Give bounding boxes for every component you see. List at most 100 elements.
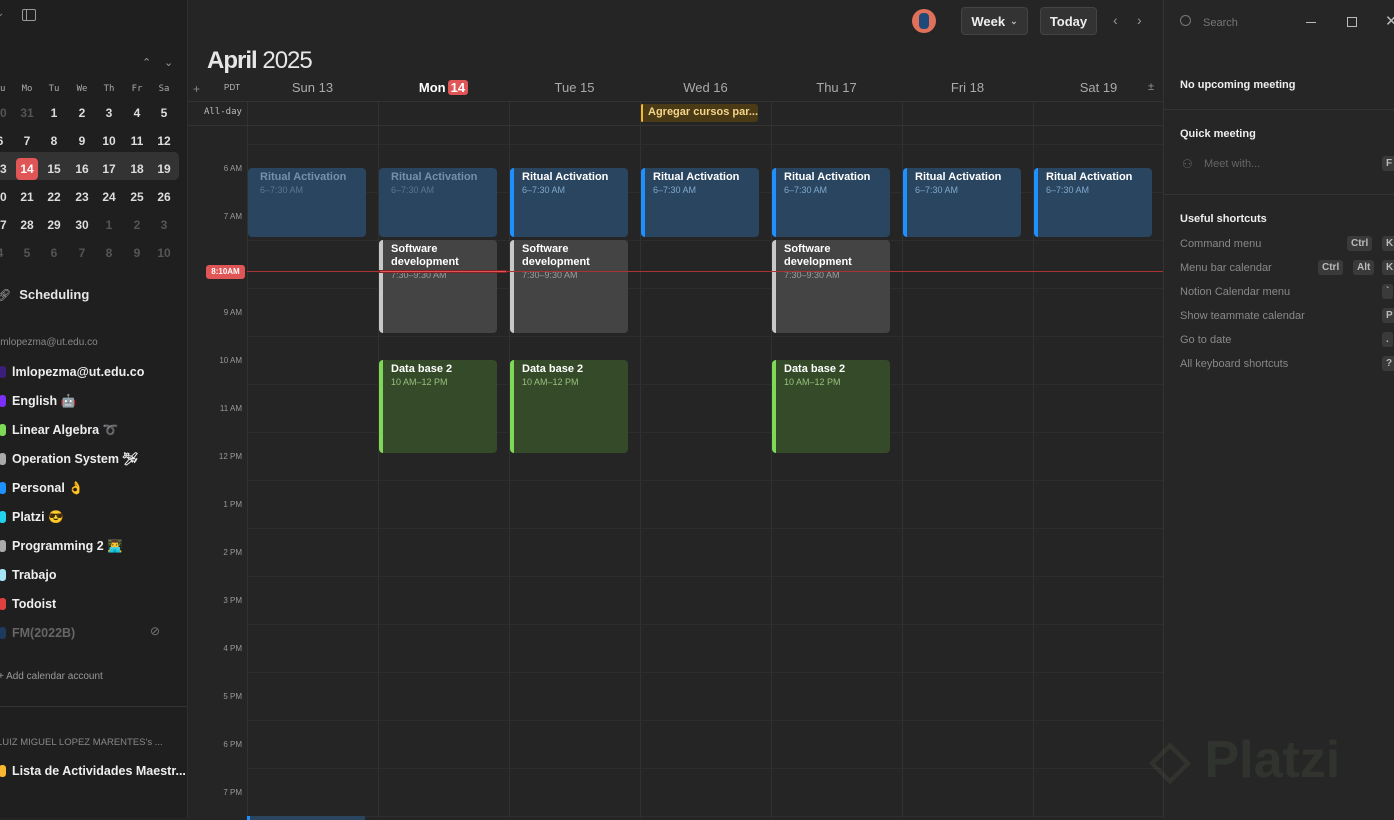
mini-calendar-day[interactable]: 14: [16, 158, 38, 180]
calendar-event[interactable]: Ritual Activation 6–7:30 AM: [1034, 168, 1152, 237]
meet-with-input[interactable]: Meet with...: [1204, 158, 1260, 170]
chevron-down-icon[interactable]: ⌄: [0, 8, 4, 19]
mini-calendar-day[interactable]: 19: [151, 160, 177, 178]
calendar-event[interactable]: Ritual Activation 6–7:30 AM: [641, 168, 759, 237]
mini-calendar-day[interactable]: 22: [41, 188, 67, 206]
mini-calendar-day[interactable]: 10: [151, 244, 177, 262]
day-header[interactable]: Wed 16: [640, 80, 771, 95]
today-button[interactable]: Today: [1040, 7, 1097, 35]
mini-calendar-day[interactable]: 18: [124, 160, 150, 178]
mini-calendar-day[interactable]: 21: [14, 188, 40, 206]
mini-calendar-day[interactable]: 3: [96, 104, 122, 122]
day-header[interactable]: Sat 19: [1033, 80, 1164, 95]
calendar-item[interactable]: FM(2022B): [0, 623, 75, 643]
mini-calendar-day[interactable]: 16: [69, 160, 95, 178]
mini-calendar-day[interactable]: 30: [69, 216, 95, 234]
calendar-item[interactable]: Personal 👌: [0, 478, 84, 498]
mini-calendar-day[interactable]: 30: [0, 104, 13, 122]
mini-calendar-day[interactable]: 5: [151, 104, 177, 122]
prev-week-icon[interactable]: ‹: [1113, 12, 1118, 28]
calendar-event[interactable]: Ritual Activation 6–7:30 AM: [379, 168, 497, 237]
prev-month-icon[interactable]: ⌃: [142, 56, 151, 69]
calendar-event[interactable]: Software development 7:30–9:30 AM: [510, 240, 628, 333]
day-header[interactable]: Tue 15: [509, 80, 640, 95]
mini-calendar-day[interactable]: 9: [124, 244, 150, 262]
maximize-icon[interactable]: [1347, 17, 1357, 27]
mini-calendar-day[interactable]: 23: [69, 188, 95, 206]
calendar-event[interactable]: Ritual Activation 6–7:30 AM: [772, 168, 890, 237]
calendar-event[interactable]: Software development 7:30–9:30 AM: [772, 240, 890, 333]
scheduling-link[interactable]: 🔗︎ Scheduling: [0, 287, 89, 302]
next-week-icon[interactable]: ›: [1137, 12, 1142, 28]
mini-calendar-day[interactable]: 25: [124, 188, 150, 206]
allday-event[interactable]: Agregar cursos par...: [640, 104, 758, 122]
calendar-event[interactable]: Ritual Activation 6–7:30 AM: [248, 168, 366, 237]
mini-calendar-day[interactable]: 2: [124, 216, 150, 234]
avatar[interactable]: [912, 9, 936, 33]
day-header[interactable]: Sun 13: [247, 80, 378, 95]
calendar-event[interactable]: Ritual Activation 6–7:30 AM: [510, 168, 628, 237]
view-select[interactable]: Week ⌄: [961, 7, 1028, 35]
calendar-item[interactable]: Linear Algebra ➰: [0, 420, 118, 440]
mini-calendar-day[interactable]: 4: [124, 104, 150, 122]
day-header[interactable]: Fri 18: [902, 80, 1033, 95]
shortcut-key: `: [1382, 284, 1394, 299]
mini-calendar-day[interactable]: 4: [0, 244, 13, 262]
hidden-eye-icon[interactable]: ⊘: [150, 624, 160, 638]
mini-calendar-day[interactable]: 13: [0, 160, 13, 178]
minimize-icon[interactable]: [1306, 22, 1316, 23]
close-icon[interactable]: ✕: [1385, 12, 1394, 30]
mini-calendar-day[interactable]: 15: [41, 160, 67, 178]
mini-calendar-day[interactable]: 31: [14, 104, 40, 122]
workspace-item[interactable]: Lista de Actividades Maestr...: [0, 761, 186, 781]
expand-icon[interactable]: ±: [1148, 81, 1154, 93]
mini-calendar-day[interactable]: 1: [96, 216, 122, 234]
mini-calendar-day[interactable]: 26: [151, 188, 177, 206]
mini-calendar-day[interactable]: 27: [0, 216, 13, 234]
calendar-item[interactable]: Programming 2 👨‍💻: [0, 536, 123, 556]
mini-calendar-day[interactable]: 7: [14, 132, 40, 150]
mini-calendar-day[interactable]: 12: [151, 132, 177, 150]
calendar-event[interactable]: Ritual Activation 6–7:30 AM: [903, 168, 1021, 237]
sidebar: ⌄ ⌃ ⌄ SuMoTuWeThFrSa30311234567891011121…: [0, 0, 188, 818]
mini-calendar-day[interactable]: 20: [0, 188, 13, 206]
sidebar-toggle-icon[interactable]: [22, 9, 36, 21]
mini-calendar-day[interactable]: 10: [96, 132, 122, 150]
calendar-item[interactable]: Platzi 😎: [0, 507, 64, 527]
mini-calendar-day[interactable]: 3: [151, 216, 177, 234]
next-month-icon[interactable]: ⌄: [164, 56, 173, 69]
weekday-label: Sa: [158, 84, 170, 94]
shortcut-key: ?: [1382, 356, 1394, 371]
day-header[interactable]: Mon 14: [378, 80, 509, 95]
calendar-item[interactable]: Operation System 🛩: [0, 449, 138, 469]
mini-calendar-day[interactable]: 9: [69, 132, 95, 150]
mini-calendar-day[interactable]: 1: [41, 104, 67, 122]
mini-calendar-day[interactable]: 2: [69, 104, 95, 122]
calendar-event[interactable]: Data base 2 10 AM–12 PM: [772, 360, 890, 453]
mini-calendar-day[interactable]: 8: [96, 244, 122, 262]
mini-calendar-day[interactable]: 8: [41, 132, 67, 150]
mini-calendar-day[interactable]: 28: [14, 216, 40, 234]
calendar-item[interactable]: Trabajo: [0, 565, 56, 585]
mini-calendar-day[interactable]: 7: [69, 244, 95, 262]
day-header[interactable]: Thu 17: [771, 80, 902, 95]
calendar-event[interactable]: Data base 2 10 AM–12 PM: [510, 360, 628, 453]
calendar-item[interactable]: English 🤖: [0, 391, 76, 411]
event-partial[interactable]: [247, 816, 365, 820]
calendar-item[interactable]: lmlopezma@ut.edu.co: [0, 362, 144, 382]
calendar-event[interactable]: Software development 7:30–9:30 AM: [379, 240, 497, 333]
mini-calendar-day[interactable]: 11: [124, 132, 150, 150]
search-input[interactable]: Search: [1203, 17, 1238, 29]
mini-calendar-day[interactable]: 24: [96, 188, 122, 206]
mini-calendar-day[interactable]: 6: [41, 244, 67, 262]
mini-calendar-day[interactable]: 6: [0, 132, 13, 150]
calendar-item[interactable]: Todoist: [0, 594, 56, 614]
mini-calendar-day[interactable]: 29: [41, 216, 67, 234]
mini-calendar-day[interactable]: 17: [96, 160, 122, 178]
add-calendar-account[interactable]: + Add calendar account: [0, 671, 103, 682]
event-title: Software development: [522, 243, 590, 268]
mini-calendar-day[interactable]: 5: [14, 244, 40, 262]
calendar-event[interactable]: Data base 2 10 AM–12 PM: [379, 360, 497, 453]
event-time: 6–7:30 AM: [653, 185, 697, 195]
add-timezone-icon[interactable]: +: [193, 82, 200, 96]
